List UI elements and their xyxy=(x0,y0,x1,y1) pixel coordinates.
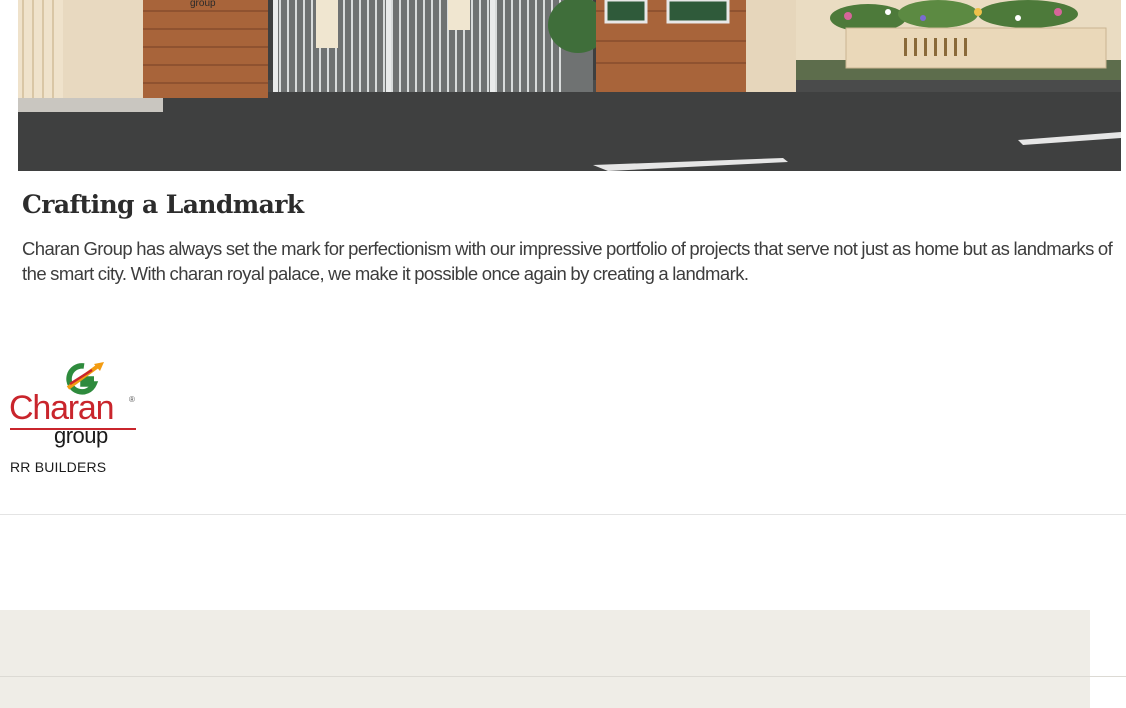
charan-group-logo[interactable]: Charan ® group RR BUILDERS xyxy=(6,362,142,480)
logo-brand-text: Charan xyxy=(9,389,115,427)
logo-tagline: RR BUILDERS xyxy=(10,459,107,475)
logo-registered-mark: ® xyxy=(129,395,135,404)
logo-sub-text: group xyxy=(54,423,108,448)
section-divider xyxy=(0,514,1126,515)
section-title: Crafting a Landmark xyxy=(22,190,304,219)
gate-sign-text: group xyxy=(190,0,216,9)
hero-entrance-image: group xyxy=(18,0,1121,171)
entrance-illustration: group xyxy=(18,0,1121,171)
footer-panel xyxy=(0,610,1090,708)
footer-divider xyxy=(0,676,1126,677)
section-description: Charan Group has always set the mark for… xyxy=(22,238,1113,284)
